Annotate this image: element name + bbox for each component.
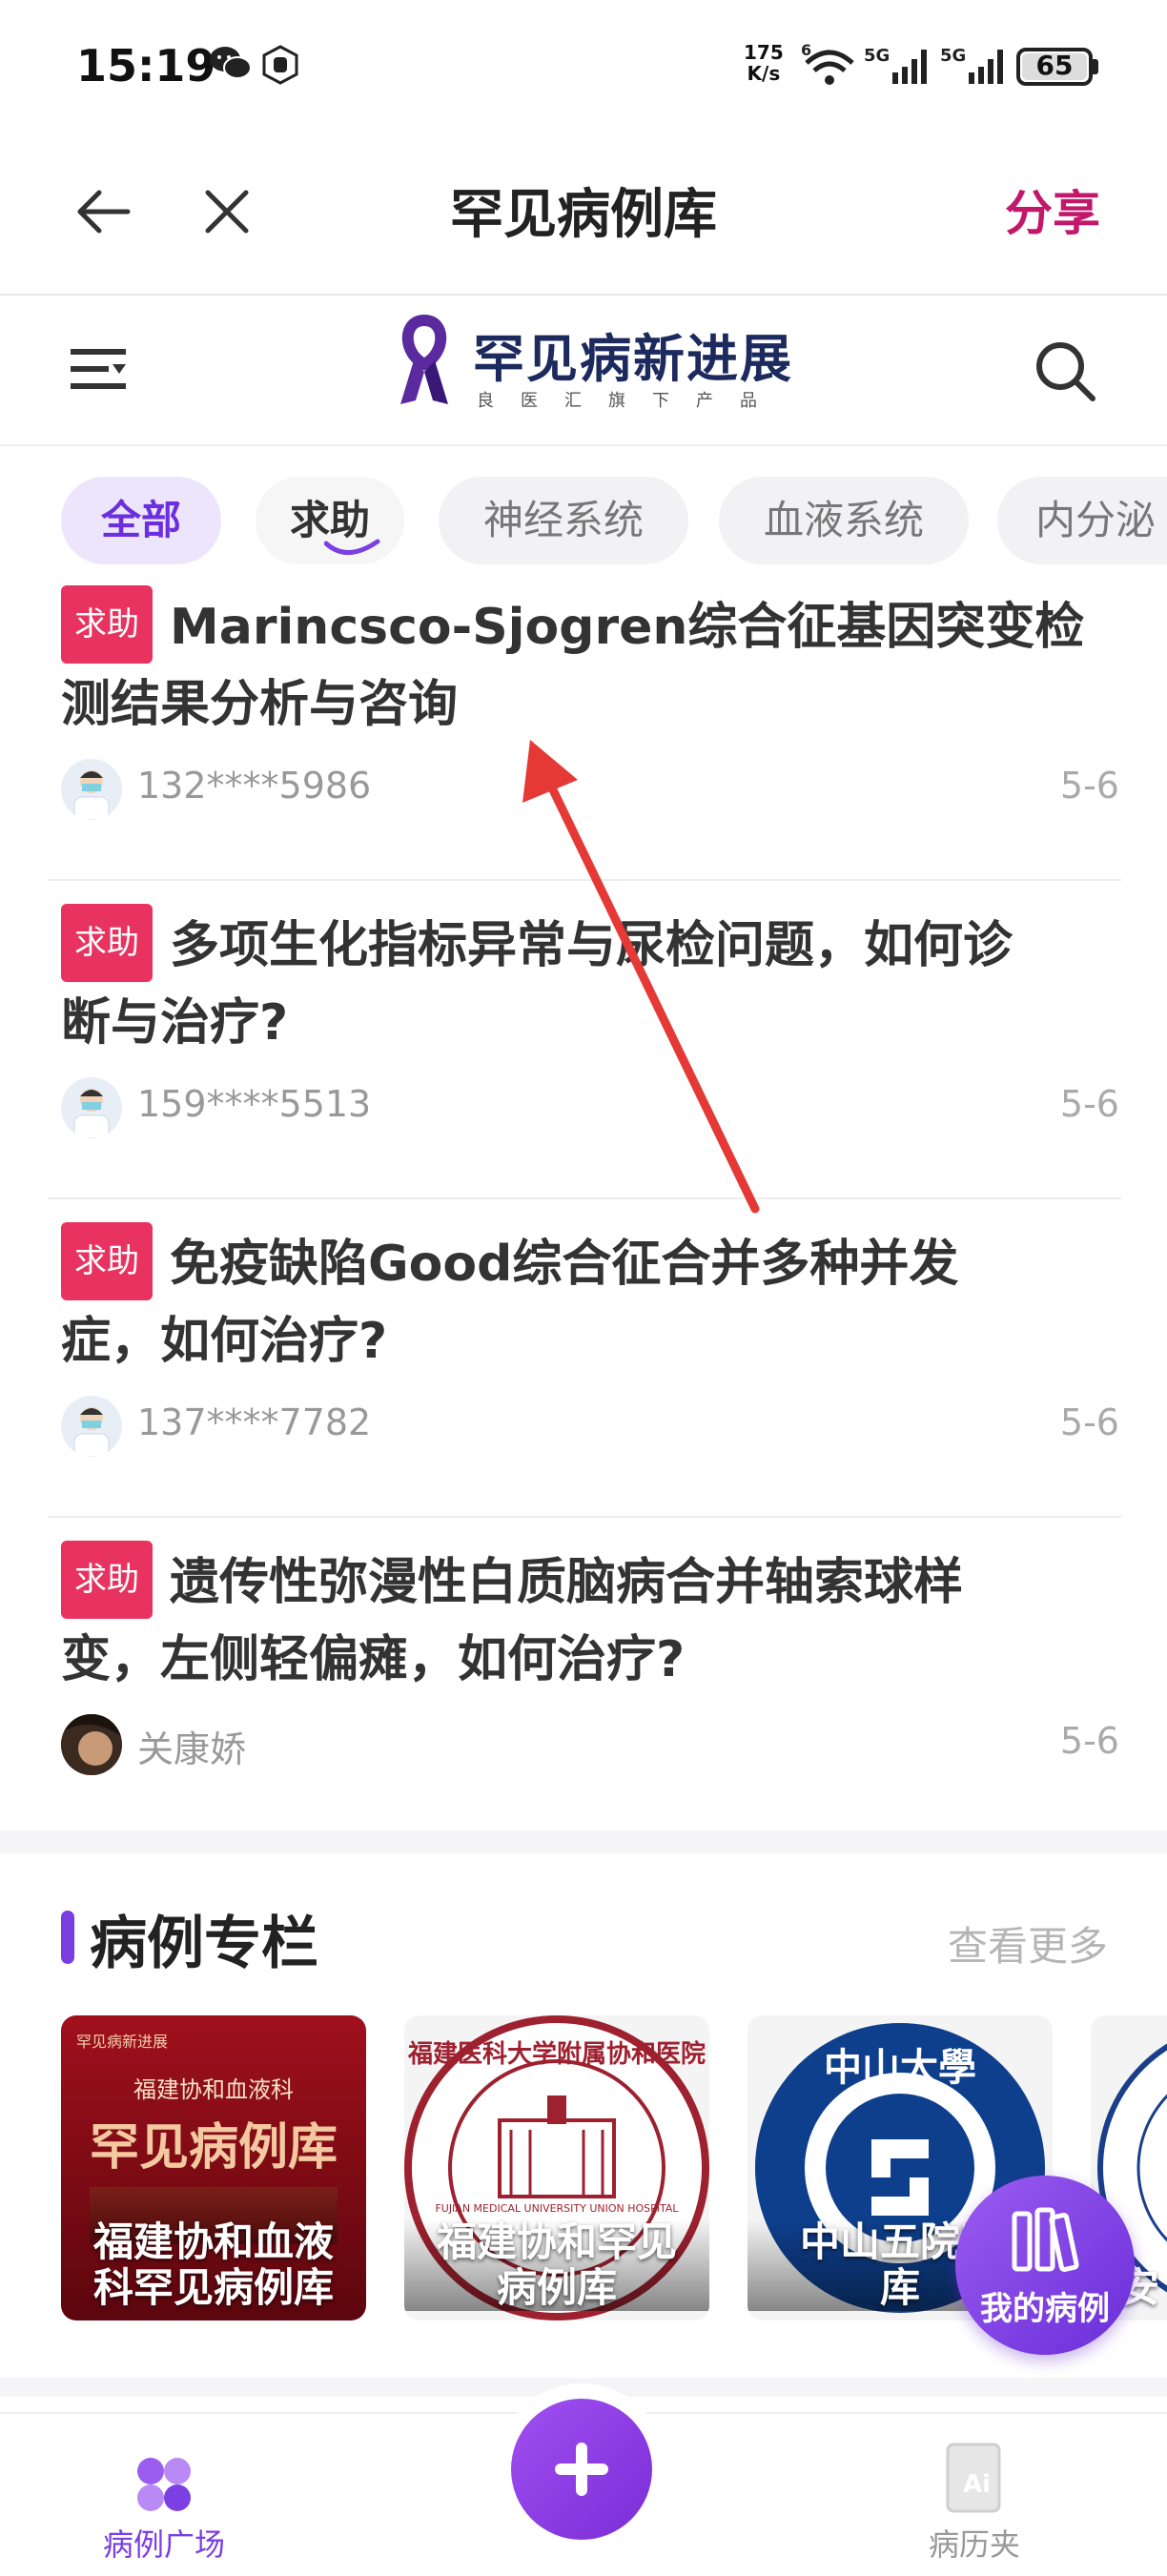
case-title[interactable]: 求助 Marincsco-Sjogren综合征基因突变检 测结果分析与咨询 [61, 585, 1119, 740]
card-banner-top: 福建协和血液科 [133, 2076, 294, 2103]
status-bar: 15:19 175 K/s 6 5G 5G 65 [0, 0, 1167, 133]
seal-english: FUJIAN MEDICAL UNIVERSITY UNION HOSPITAL [435, 2202, 679, 2215]
section-accent-bar [61, 1911, 74, 1964]
svg-text:5G: 5G [940, 46, 966, 66]
case-meta: 159****5513 5-6 [61, 1077, 1119, 1144]
search-icon[interactable] [1032, 337, 1098, 404]
case-title[interactable]: 求助 遗传性弥漫性白质脑病合并轴索球样 变，左侧轻偏瘫，如何治疗? [61, 1541, 1119, 1695]
battery-cap [1093, 59, 1098, 74]
my-cases-label: 我的病例 [980, 2290, 1110, 2328]
case-item[interactable]: 求助 免疫缺陷Good综合征合并多种并发 症，如何治疗? 137****7782 5… [61, 1222, 1119, 1457]
divider [48, 1516, 1121, 1518]
case-meta: 132****5986 5-6 [61, 759, 1119, 826]
case-date: 5-6 [1059, 1401, 1119, 1443]
card-label: 福建协和血液 科罕见病例库 [92, 2218, 334, 2311]
user-photo-avatar [61, 1714, 122, 1775]
help-badge: 求助 [61, 904, 153, 982]
case-meta: 137****7782 5-6 [61, 1396, 1119, 1462]
case-date: 5-6 [1059, 1720, 1119, 1762]
case-user: 关康娇 [137, 1728, 247, 1770]
share-button[interactable]: 分享 [1005, 175, 1100, 244]
case-item[interactable]: 求助 多项生化指标异常与尿检问题，如何诊 断与治疗? 159****5513 5-6 [61, 904, 1119, 1138]
tab-records[interactable]: 病历夹 [896, 2521, 1053, 2565]
my-cases-button[interactable]: 我的病例 [955, 2176, 1135, 2355]
divider [48, 1197, 1121, 1199]
menu-icon[interactable] [67, 341, 130, 400]
case-column-card[interactable]: 罕见病新进展 福建协和血液科 罕见病例库 福建协和血液 科罕见病例库 [61, 2015, 366, 2320]
brand-title: 罕见病新进展 [473, 329, 793, 389]
brand-subtitle: 良医汇旗下产品 [477, 391, 784, 411]
divider [48, 879, 1121, 881]
clock: 15:19 [76, 40, 216, 92]
case-item[interactable]: 求助 Marincsco-Sjogren综合征基因突变检 测结果分析与咨询 132*… [61, 585, 1119, 820]
net-speed: 175 K/s [744, 41, 784, 85]
case-date: 5-6 [1059, 1083, 1119, 1125]
tab-neuro[interactable]: 神经系统 [439, 477, 688, 564]
seal-text: 中山大學 [824, 2045, 976, 2090]
help-badge: 求助 [61, 1222, 153, 1300]
case-square-icon[interactable] [133, 2454, 194, 2515]
card-brand-small: 罕见病新进展 [76, 2033, 169, 2051]
see-more-link[interactable]: 查看更多 [948, 1914, 1108, 1973]
help-badge: 求助 [61, 1541, 153, 1619]
case-meta: 关康娇 5-6 [61, 1714, 1119, 1781]
wifi-icon: 6 [801, 42, 854, 85]
ribbon-logo-icon [400, 315, 448, 404]
signal-icon: 5G [864, 46, 927, 84]
books-icon [1012, 2207, 1079, 2272]
case-title[interactable]: 求助 免疫缺陷Good综合征合并多种并发 症，如何治疗? [61, 1222, 1119, 1377]
page-title: 罕见病例库 [450, 184, 717, 246]
seal-text: 福建医科大学附属协和医院 [407, 2040, 706, 2069]
case-user: 132****5986 [137, 765, 372, 807]
hand-shield-icon [262, 45, 298, 85]
battery-level: 65 [1035, 50, 1074, 81]
section-title: 病例专栏 [90, 1911, 318, 1977]
wechat-icon [210, 47, 252, 79]
doctor-avatar-icon [61, 1396, 122, 1457]
help-badge: 求助 [61, 585, 153, 664]
tab-all[interactable]: 全部 [61, 477, 221, 564]
tab-endocrine[interactable]: 内分泌 [997, 477, 1167, 564]
doctor-avatar-icon [61, 1077, 122, 1138]
case-item[interactable]: 求助 遗传性弥漫性白质脑病合并轴索球样 变，左侧轻偏瘫，如何治疗? 关康娇 5-6 [61, 1541, 1119, 1775]
brand-header: 罕见病新进展 良医汇旗下产品 [0, 296, 1167, 446]
svg-text:6: 6 [801, 42, 811, 59]
tab-blood[interactable]: 血液系统 [719, 477, 969, 564]
case-user: 159****5513 [137, 1083, 372, 1125]
category-tabs: 全部 求助 神经系统 血液系统 内分泌 [0, 446, 1167, 570]
card-banner-title: 罕见病例库 [89, 2118, 338, 2177]
case-date: 5-6 [1059, 765, 1119, 807]
case-user: 137****7782 [137, 1401, 372, 1443]
card-label: 福建协和罕见 病例库 [404, 2219, 709, 2311]
case-column-card[interactable]: 福建医科大学附属协和医院 FUJIAN MEDICAL UNIVERSITY U… [404, 2015, 709, 2320]
folder-ai-icon[interactable]: Ai [944, 2441, 1003, 2515]
svg-text:Ai: Ai [963, 2470, 991, 2499]
svg-text:5G: 5G [864, 46, 890, 66]
tab-case-square[interactable]: 病例广场 [86, 2521, 242, 2565]
section-separator [0, 1830, 1167, 1853]
case-title[interactable]: 求助 多项生化指标异常与尿检问题，如何诊 断与治疗? [61, 904, 1119, 1058]
doctor-avatar-icon [61, 759, 122, 820]
top-nav: 罕见病例库 分享 [0, 133, 1167, 296]
tab-help-swoosh-icon [324, 539, 380, 555]
signal-icon-2: 5G [940, 46, 1003, 84]
add-case-button[interactable] [511, 2399, 652, 2540]
